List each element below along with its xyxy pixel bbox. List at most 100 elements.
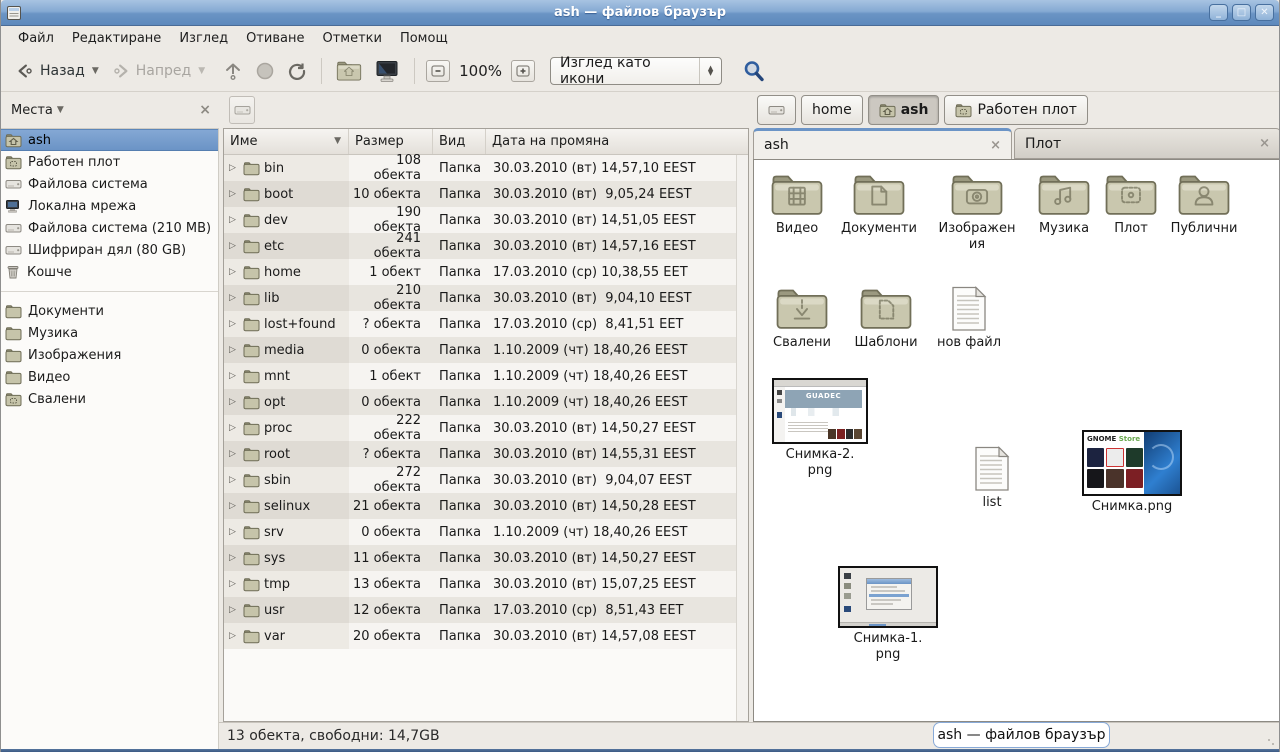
table-row-var[interactable]: ▷ var20 обектаПапка30.03.2010 (вт) 14,57…	[224, 623, 737, 649]
sidebar-item--[interactable]: Изображения	[1, 344, 218, 366]
sidebar-item--[interactable]: Документи	[1, 300, 218, 322]
icon-view-item-shot1[interactable]: Снимка-1.png	[836, 566, 940, 662]
sidebar-item--[interactable]: Видео	[1, 366, 218, 388]
icon-view-item-documents[interactable]: Документи	[833, 172, 925, 237]
expander-icon[interactable]: ▷	[229, 215, 239, 225]
expander-icon[interactable]: ▷	[229, 345, 239, 355]
menu-item-1[interactable]: Редактиране	[63, 28, 170, 49]
menu-item-3[interactable]: Отиване	[237, 28, 313, 49]
expander-icon[interactable]: ▷	[229, 319, 239, 329]
expander-icon[interactable]: ▷	[229, 397, 239, 407]
column-header-3[interactable]: Дата на промяна	[486, 129, 748, 154]
stop-button[interactable]	[249, 57, 281, 85]
icon-view-item-list[interactable]: list	[957, 446, 1027, 511]
sidebar-item--80-gb-[interactable]: Шифриран дял (80 GB)	[1, 239, 218, 261]
back-dropdown-icon[interactable]: ▼	[92, 66, 99, 76]
tab-close-icon[interactable]: ×	[990, 138, 1001, 153]
forward-dropdown-icon[interactable]: ▼	[198, 66, 205, 76]
column-header-2[interactable]: Вид	[433, 129, 486, 154]
places-header[interactable]: Места ▼ ×	[1, 92, 219, 128]
expander-icon[interactable]: ▷	[229, 501, 239, 511]
table-row-mnt[interactable]: ▷ mnt1 обектПапка1.10.2009 (чт) 18,40,26…	[224, 363, 737, 389]
icon-view-item-shot[interactable]: GNOME Store Снимка.png	[1077, 430, 1187, 515]
table-row-bin[interactable]: ▷ bin108 обектаПапка30.03.2010 (вт) 14,5…	[224, 155, 737, 181]
column-header-0[interactable]: Име▼	[224, 129, 349, 154]
table-row-dev[interactable]: ▷ dev190 обектаПапка30.03.2010 (вт) 14,5…	[224, 207, 737, 233]
expander-icon[interactable]: ▷	[229, 163, 239, 173]
sidebar-item--[interactable]: Свалени	[1, 388, 218, 410]
expander-icon[interactable]: ▷	[229, 553, 239, 563]
sidebar-item--[interactable]: Локална мрежа	[1, 195, 218, 217]
icon-view-item-newfile[interactable]: нов файл	[927, 286, 1011, 351]
expander-icon[interactable]: ▷	[229, 449, 239, 459]
minimize-button[interactable]: _	[1209, 4, 1228, 21]
table-row-home[interactable]: ▷ home1 обектПапка17.03.2010 (ср) 10,38,…	[224, 259, 737, 285]
titlebar[interactable]: ash — файлов браузър _ □ ✕	[1, 0, 1279, 26]
table-row-etc[interactable]: ▷ etc241 обектаПапка30.03.2010 (вт) 14,5…	[224, 233, 737, 259]
expander-icon[interactable]: ▷	[229, 189, 239, 199]
pane-location-button[interactable]	[229, 96, 255, 124]
breadcrumb-ash[interactable]: ash	[868, 95, 940, 125]
sidebar-item--[interactable]: Файлова система	[1, 173, 218, 195]
tab-close-icon[interactable]: ×	[1259, 136, 1270, 151]
maximize-button[interactable]: □	[1232, 4, 1251, 21]
sidebar-item--[interactable]: Музика	[1, 322, 218, 344]
icon-view-item-templates[interactable]: Шаблони	[844, 286, 928, 351]
icon-view-item-music[interactable]: Музика	[1022, 172, 1106, 237]
expander-icon[interactable]: ▷	[229, 371, 239, 381]
table-row-sbin[interactable]: ▷ sbin272 обектаПапка30.03.2010 (вт) 9,0…	[224, 467, 737, 493]
menu-item-5[interactable]: Помощ	[391, 28, 457, 49]
menu-item-2[interactable]: Изглед	[170, 28, 237, 49]
expander-icon[interactable]: ▷	[229, 423, 239, 433]
sidebar-item-ash[interactable]: ash	[1, 129, 218, 151]
expander-icon[interactable]: ▷	[229, 267, 239, 277]
table-row-opt[interactable]: ▷ opt0 обектаПапка1.10.2009 (чт) 18,40,2…	[224, 389, 737, 415]
places-close-icon[interactable]: ×	[199, 102, 211, 118]
breadcrumb-root[interactable]	[757, 95, 796, 125]
forward-button[interactable]: Напред ▼	[105, 58, 211, 84]
tab-ash[interactable]: ash×	[753, 128, 1012, 159]
tree-scrollbar[interactable]	[736, 155, 748, 721]
table-row-media[interactable]: ▷ media0 обектаПапка1.10.2009 (чт) 18,40…	[224, 337, 737, 363]
table-row-selinux[interactable]: ▷ selinux21 обектаПапка30.03.2010 (вт) 1…	[224, 493, 737, 519]
icon-view-item-video[interactable]: Видео	[755, 172, 839, 237]
expander-icon[interactable]: ▷	[229, 631, 239, 641]
expander-icon[interactable]: ▷	[229, 241, 239, 251]
column-header-1[interactable]: Размер	[349, 129, 433, 154]
breadcrumb-Работен плот[interactable]: Работен плот	[944, 95, 1087, 125]
table-row-srv[interactable]: ▷ srv0 обектаПапка1.10.2009 (чт) 18,40,2…	[224, 519, 737, 545]
expander-icon[interactable]: ▷	[229, 475, 239, 485]
up-button[interactable]	[217, 57, 249, 85]
breadcrumb-home[interactable]: home	[801, 95, 863, 125]
resize-grip[interactable]	[1267, 738, 1276, 747]
table-row-lib[interactable]: ▷ lib210 обектаПапка30.03.2010 (вт) 9,04…	[224, 285, 737, 311]
search-button[interactable]	[736, 55, 772, 87]
tab-плот[interactable]: Плот×	[1014, 128, 1280, 159]
table-row-lost+found[interactable]: ▷ lost+found? обектаПапка17.03.2010 (ср)…	[224, 311, 737, 337]
expander-icon[interactable]: ▷	[229, 527, 239, 537]
expander-icon[interactable]: ▷	[229, 605, 239, 615]
table-row-sys[interactable]: ▷ sys11 обектаПапка30.03.2010 (вт) 14,50…	[224, 545, 737, 571]
reload-button[interactable]	[281, 57, 313, 85]
zoom-in-button[interactable]	[511, 60, 535, 82]
sidebar-item--[interactable]: Кошче	[1, 261, 218, 283]
table-row-tmp[interactable]: ▷ tmp13 обектаПапка30.03.2010 (вт) 15,07…	[224, 571, 737, 597]
table-row-boot[interactable]: ▷ boot10 обектаПапка30.03.2010 (вт) 9,05…	[224, 181, 737, 207]
expander-icon[interactable]: ▷	[229, 579, 239, 589]
table-row-root[interactable]: ▷ root? обектаПапка30.03.2010 (вт) 14,55…	[224, 441, 737, 467]
icon-view-item-desktop[interactable]: Плот	[1096, 172, 1166, 237]
close-button[interactable]: ✕	[1255, 4, 1274, 21]
back-button[interactable]: Назад ▼	[9, 58, 105, 84]
view-mode-select[interactable]: Изглед като икони ▲▼	[550, 57, 722, 85]
sidebar-item--[interactable]: Работен плот	[1, 151, 218, 173]
menu-item-0[interactable]: Файл	[9, 28, 63, 49]
menu-item-4[interactable]: Отметки	[313, 28, 390, 49]
table-row-usr[interactable]: ▷ usr12 обектаПапка17.03.2010 (ср) 8,51,…	[224, 597, 737, 623]
home-button[interactable]	[330, 56, 368, 86]
computer-button[interactable]	[368, 55, 406, 87]
table-row-proc[interactable]: ▷ proc222 обектаПапка30.03.2010 (вт) 14,…	[224, 415, 737, 441]
icon-view-item-downloads[interactable]: Свалени	[760, 286, 844, 351]
icon-view-item-public[interactable]: Публични	[1162, 172, 1246, 237]
expander-icon[interactable]: ▷	[229, 293, 239, 303]
icon-view-item-images[interactable]: Изображения	[934, 172, 1020, 252]
